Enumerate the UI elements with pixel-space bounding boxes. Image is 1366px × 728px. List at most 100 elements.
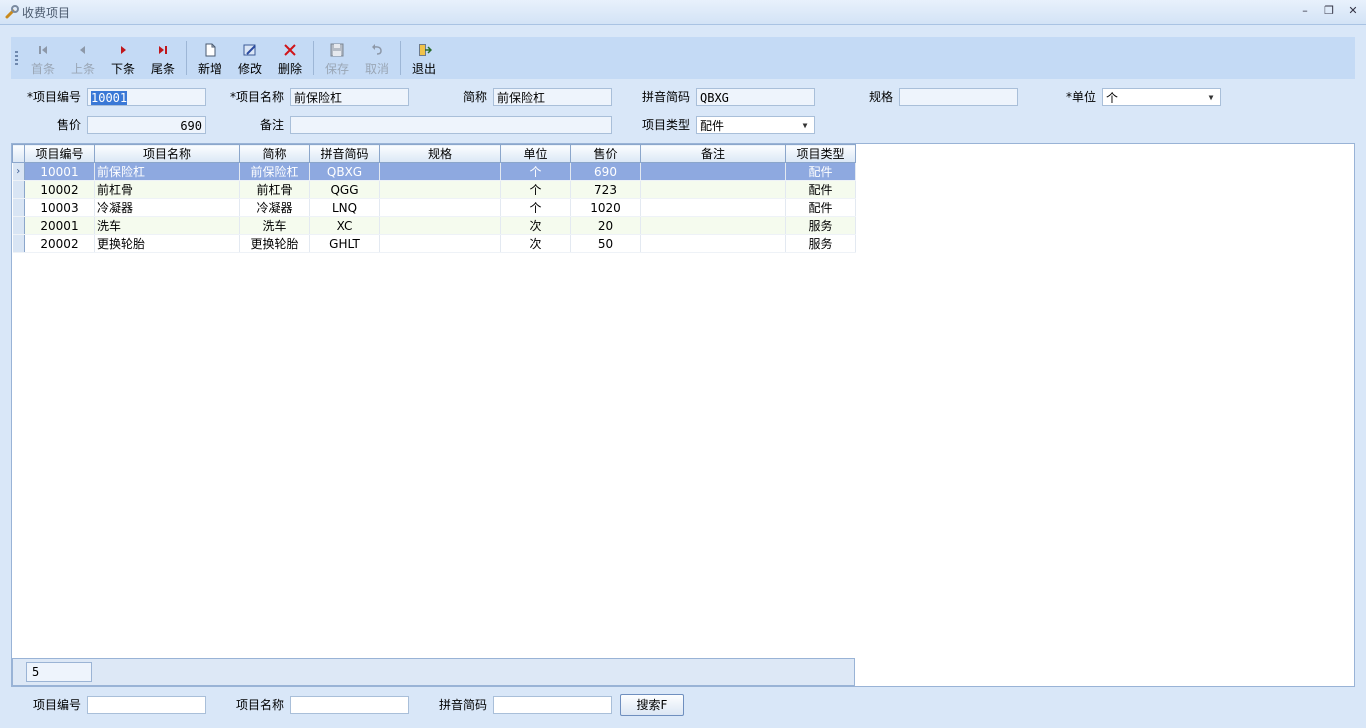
short-name-field[interactable]: 前保险杠 <box>493 88 612 106</box>
toolbar-grip[interactable] <box>15 51 18 65</box>
type-value: 配件 <box>700 119 725 133</box>
cell-name[interactable]: 洗车 <box>94 216 240 235</box>
cell-unit[interactable]: 个 <box>500 180 571 199</box>
window-title: 收费项目 <box>22 6 71 20</box>
grid-footer: 5 <box>12 658 855 686</box>
col-header[interactable]: 单位 <box>500 144 571 163</box>
col-header[interactable]: 项目类型 <box>785 144 856 163</box>
close-window-icon[interactable]: ✕ <box>1344 3 1362 19</box>
cell-short[interactable]: 更换轮胎 <box>239 234 310 253</box>
table-row[interactable]: 10003 冷凝器 冷凝器 LNQ 个 1020 配件 <box>12 198 856 217</box>
chevron-down-icon[interactable]: ▼ <box>1204 89 1218 105</box>
cell-spec[interactable] <box>379 198 501 217</box>
cell-short[interactable]: 前杠骨 <box>239 180 310 199</box>
toolbar-separator <box>186 41 187 75</box>
search-name-label: 项目名称 <box>235 698 284 712</box>
pinyin-field[interactable]: QBXG <box>696 88 815 106</box>
cell-unit[interactable]: 个 <box>500 198 571 217</box>
exit-button[interactable]: 退出 <box>405 40 443 76</box>
cell-price[interactable]: 50 <box>570 234 641 253</box>
row-indicator <box>12 198 25 217</box>
name-field[interactable]: 前保险杠 <box>290 88 409 106</box>
search-code-label: 项目编号 <box>32 698 81 712</box>
cell-pinyin[interactable]: XC <box>309 216 380 235</box>
cell-type[interactable]: 配件 <box>785 198 856 217</box>
cancel-button[interactable]: 取消 <box>358 40 396 76</box>
prev-record-button[interactable]: 上条 <box>64 40 102 76</box>
search-code-input[interactable] <box>87 696 206 714</box>
spec-field[interactable] <box>899 88 1018 106</box>
chevron-down-icon[interactable]: ▼ <box>798 117 812 133</box>
cell-short[interactable]: 前保险杠 <box>239 162 310 181</box>
cell-code[interactable]: 10001 <box>24 162 95 181</box>
code-field[interactable]: 10001 <box>87 88 206 106</box>
cell-name[interactable]: 冷凝器 <box>94 198 240 217</box>
type-select[interactable]: 配件 ▼ <box>696 116 815 134</box>
window-titlebar: 收费项目 – ❐ ✕ <box>0 0 1366 25</box>
table-row[interactable]: › 10001 前保险杠 前保险杠 QBXG 个 690 配件 <box>12 162 856 181</box>
cell-name[interactable]: 更换轮胎 <box>94 234 240 253</box>
col-header[interactable]: 拼音简码 <box>309 144 380 163</box>
cell-type[interactable]: 配件 <box>785 162 856 181</box>
cell-remark[interactable] <box>640 180 786 199</box>
first-icon <box>39 46 47 54</box>
cell-pinyin[interactable]: LNQ <box>309 198 380 217</box>
cell-remark[interactable] <box>640 198 786 217</box>
items-table: 项目编号 项目名称 简称 拼音简码 规格 单位 售价 备注 项目类型 › 100… <box>12 144 856 253</box>
unit-select[interactable]: 个 ▼ <box>1102 88 1221 106</box>
cell-type[interactable]: 服务 <box>785 216 856 235</box>
remark-field[interactable] <box>290 116 612 134</box>
cell-spec[interactable] <box>379 216 501 235</box>
search-button[interactable]: 搜索F <box>620 694 684 716</box>
search-name-input[interactable] <box>290 696 409 714</box>
edit-button[interactable]: 修改 <box>231 40 269 76</box>
cell-price[interactable]: 723 <box>570 180 641 199</box>
next-record-button[interactable]: 下条 <box>104 40 142 76</box>
search-pinyin-input[interactable] <box>493 696 612 714</box>
col-header[interactable]: 项目名称 <box>94 144 240 163</box>
table-row[interactable]: 10002 前杠骨 前杠骨 QGG 个 723 配件 <box>12 180 856 199</box>
save-button[interactable]: 保存 <box>318 40 356 76</box>
cell-price[interactable]: 1020 <box>570 198 641 217</box>
add-button[interactable]: 新增 <box>191 40 229 76</box>
first-record-button[interactable]: 首条 <box>24 40 62 76</box>
cell-code[interactable]: 20002 <box>24 234 95 253</box>
last-record-button[interactable]: 尾条 <box>144 40 182 76</box>
cell-short[interactable]: 冷凝器 <box>239 198 310 217</box>
cell-spec[interactable] <box>379 234 501 253</box>
price-field[interactable]: 690 <box>87 116 206 134</box>
cell-short[interactable]: 洗车 <box>239 216 310 235</box>
cell-remark[interactable] <box>640 234 786 253</box>
cell-remark[interactable] <box>640 216 786 235</box>
cell-pinyin[interactable]: QGG <box>309 180 380 199</box>
name-label: *项目名称 <box>229 90 284 104</box>
delete-button[interactable]: 删除 <box>271 40 309 76</box>
cell-type[interactable]: 配件 <box>785 180 856 199</box>
cell-code[interactable]: 10003 <box>24 198 95 217</box>
cell-pinyin[interactable]: QBXG <box>309 162 380 181</box>
cell-code[interactable]: 10002 <box>24 180 95 199</box>
cell-spec[interactable] <box>379 162 501 181</box>
cell-remark[interactable] <box>640 162 786 181</box>
col-header[interactable]: 规格 <box>379 144 501 163</box>
col-header[interactable]: 简称 <box>239 144 310 163</box>
cell-price[interactable]: 20 <box>570 216 641 235</box>
minimize-icon[interactable]: – <box>1296 3 1314 19</box>
col-header[interactable]: 售价 <box>570 144 641 163</box>
cell-unit[interactable]: 次 <box>500 234 571 253</box>
cell-unit[interactable]: 个 <box>500 162 571 181</box>
table-row[interactable]: 20001 洗车 洗车 XC 次 20 服务 <box>12 216 856 235</box>
col-header[interactable]: 项目编号 <box>24 144 95 163</box>
cell-name[interactable]: 前杠骨 <box>94 180 240 199</box>
cell-code[interactable]: 20001 <box>24 216 95 235</box>
cell-type[interactable]: 服务 <box>785 234 856 253</box>
table-row[interactable]: 20002 更换轮胎 更换轮胎 GHLT 次 50 服务 <box>12 234 856 253</box>
cell-spec[interactable] <box>379 180 501 199</box>
col-header[interactable]: 备注 <box>640 144 786 163</box>
cell-price[interactable]: 690 <box>570 162 641 181</box>
toolbar-separator <box>313 41 314 75</box>
cell-pinyin[interactable]: GHLT <box>309 234 380 253</box>
cell-unit[interactable]: 次 <box>500 216 571 235</box>
cell-name[interactable]: 前保险杠 <box>94 162 240 181</box>
restore-icon[interactable]: ❐ <box>1320 3 1338 19</box>
